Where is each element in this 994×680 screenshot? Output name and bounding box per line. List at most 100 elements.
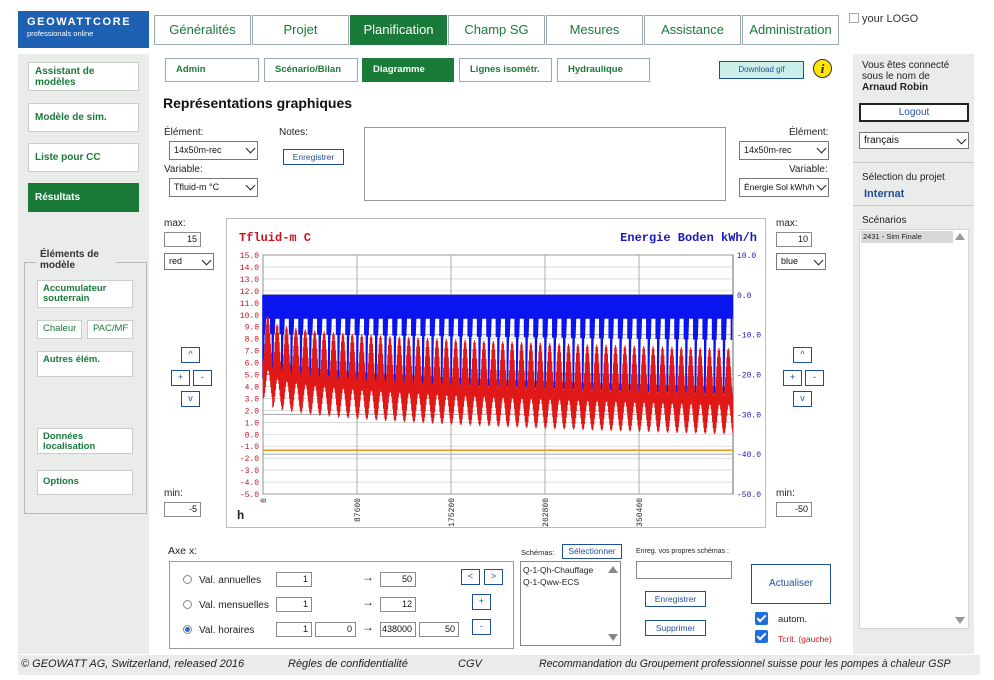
next-button[interactable]: > xyxy=(484,569,503,585)
footer-recommendation-link[interactable]: Recommandation du Groupement professionn… xyxy=(539,658,951,670)
footer-privacy-link[interactable]: Règles de confidentialité xyxy=(288,658,408,670)
radio-mensuelles[interactable] xyxy=(183,600,192,609)
scroll-down-icon[interactable] xyxy=(955,617,965,624)
left-max-input[interactable]: 15 xyxy=(164,232,201,247)
subtab-admin[interactable]: Admin xyxy=(165,58,259,82)
footer-cgv-link[interactable]: CGV xyxy=(458,658,482,670)
left-tick-label: 12.0 xyxy=(240,288,259,297)
logout-button[interactable]: Logout xyxy=(859,103,969,122)
right-color-select[interactable]: blue xyxy=(776,253,826,270)
geowattcore-logo[interactable]: GEOWATTCORE professionals online xyxy=(18,11,149,48)
connected-line2: sous le nom de xyxy=(862,71,930,82)
right-up-button[interactable]: ^ xyxy=(793,347,812,363)
subtab-hydraulique[interactable]: Hydraulique xyxy=(557,58,650,82)
right-variable-label: Variable: xyxy=(789,164,828,175)
own-schemas-label: Enreg. vos propres schémas : xyxy=(636,548,729,555)
mensuelles-to-input[interactable]: 12 xyxy=(380,597,416,612)
left-color-select[interactable]: red xyxy=(164,253,214,270)
x-tick-label: 262800 xyxy=(542,498,551,527)
own-schema-input[interactable] xyxy=(636,561,732,579)
right-variable-select[interactable]: Énergie Sol kWh/h xyxy=(739,178,829,197)
scenario-item[interactable]: 2431 - Sim Finale xyxy=(861,231,953,243)
scroll-up-icon[interactable] xyxy=(955,233,965,240)
right-min-input[interactable]: -50 xyxy=(776,502,812,517)
tab-planification[interactable]: Planification xyxy=(350,15,447,45)
right-plus-button[interactable]: + xyxy=(783,370,802,386)
refresh-button[interactable]: Actualiser xyxy=(751,564,831,604)
annuelles-from-input[interactable]: 1 xyxy=(276,572,312,587)
right-down-button[interactable]: v xyxy=(793,391,812,407)
left-tick-label: -2.0 xyxy=(240,455,259,464)
label-mensuelles: Val. mensuelles xyxy=(199,600,269,611)
left-element-select[interactable]: 14x50m-rec xyxy=(169,141,258,160)
tab-assistance[interactable]: Assistance xyxy=(644,15,741,45)
project-link[interactable]: Internat xyxy=(864,188,904,200)
left-tick-label: -3.0 xyxy=(240,467,259,476)
minus-button[interactable]: - xyxy=(472,619,491,635)
schema-delete-button[interactable]: Supprimer xyxy=(645,620,706,636)
scroll-up-icon[interactable] xyxy=(608,566,618,573)
horaires-to2-input[interactable]: 50 xyxy=(419,622,459,637)
tab-champ-sg[interactable]: Champ SG xyxy=(448,15,545,45)
annuelles-to-input[interactable]: 50 xyxy=(380,572,416,587)
right-element-select[interactable]: 14x50m-rec xyxy=(739,141,829,160)
sidebar-item-liste[interactable]: Liste pour CC xyxy=(28,143,139,172)
subtab-lignes-isometr[interactable]: Lignes isométr. xyxy=(459,58,552,82)
schema-item[interactable]: Q-1-Qww-ECS xyxy=(523,576,579,588)
right-max-label: max: xyxy=(776,218,798,229)
notes-textarea[interactable] xyxy=(364,127,726,201)
prev-button[interactable]: < xyxy=(461,569,480,585)
tab-administration[interactable]: Administration xyxy=(742,15,839,45)
plus-button[interactable]: + xyxy=(472,594,491,610)
element-options-button[interactable]: Options xyxy=(37,470,133,495)
element-chaleur-button[interactable]: Chaleur xyxy=(37,320,82,339)
schema-item[interactable]: Q-1-Qh-Chauffage xyxy=(523,564,593,576)
sidebar-item-modele[interactable]: Modèle de sim. xyxy=(28,103,139,132)
subtab-diagramme[interactable]: Diagramme xyxy=(362,58,454,82)
element-autres-button[interactable]: Autres élém. xyxy=(37,351,133,377)
download-gif-button[interactable]: Download gif xyxy=(719,61,804,79)
left-variable-select[interactable]: Tfluid-m °C xyxy=(169,178,258,197)
info-icon[interactable]: i xyxy=(813,59,832,78)
your-logo-alt-text: your LOGO xyxy=(862,13,919,25)
schemas-select-button[interactable]: Sélectionner xyxy=(562,544,622,559)
autom-checkbox[interactable] xyxy=(755,612,768,625)
element-pac-button[interactable]: PAC/MF xyxy=(87,320,133,339)
tab-mesures[interactable]: Mesures xyxy=(546,15,643,45)
sidebar-item-resultats[interactable]: Résultats xyxy=(28,183,139,212)
right-minus-button[interactable]: - xyxy=(805,370,824,386)
radio-horaires[interactable] xyxy=(183,625,192,634)
tab-generalites[interactable]: Généralités xyxy=(154,15,251,45)
subtab-scenario-bilan[interactable]: Scénario/Bilan xyxy=(264,58,358,82)
scenarios-listbox[interactable]: 2431 - Sim Finale xyxy=(859,229,969,629)
footer-copyright: © GEOWATT AG, Switzerland, released 2016 xyxy=(21,658,245,670)
schemas-listbox[interactable]: Q-1-Qh-Chauffage Q-1-Qww-ECS xyxy=(520,561,621,646)
element-donnees-button[interactable]: Données localisation xyxy=(37,428,133,454)
element-accumulateur-button[interactable]: Accumulateur souterrain xyxy=(37,280,133,308)
right-max-input[interactable]: 10 xyxy=(776,232,812,247)
tab-projet[interactable]: Projet xyxy=(252,15,349,45)
left-tick-label: 4.0 xyxy=(245,383,260,392)
left-minus-button[interactable]: - xyxy=(193,370,212,386)
right-element-value: 14x50m-rec xyxy=(744,145,792,155)
notes-save-button[interactable]: Enregistrer xyxy=(283,149,344,165)
chevron-down-icon xyxy=(201,255,212,266)
sidebar-item-assistant[interactable]: Assistant de modèles xyxy=(28,62,139,91)
radio-annuelles[interactable] xyxy=(183,575,192,584)
horaires-from2-input[interactable]: 0 xyxy=(315,622,356,637)
horaires-to-input[interactable]: 438000 xyxy=(380,622,416,637)
label-annuelles: Val. annuelles xyxy=(199,575,262,586)
left-up-button[interactable]: ^ xyxy=(181,347,200,363)
tcrit-checkbox[interactable] xyxy=(755,630,768,643)
left-tick-label: 14.0 xyxy=(240,264,259,273)
left-plus-button[interactable]: + xyxy=(171,370,190,386)
schema-save-button[interactable]: Enregistrer xyxy=(645,591,706,607)
scroll-down-icon[interactable] xyxy=(608,634,618,641)
left-min-input[interactable]: -5 xyxy=(164,502,201,517)
x-tick-label: 87600 xyxy=(354,498,363,522)
horaires-from-input[interactable]: 1 xyxy=(276,622,312,637)
project-label: Sélection du projet xyxy=(862,172,945,183)
mensuelles-from-input[interactable]: 1 xyxy=(276,597,312,612)
language-select[interactable]: français xyxy=(859,132,969,149)
left-down-button[interactable]: v xyxy=(181,391,200,407)
